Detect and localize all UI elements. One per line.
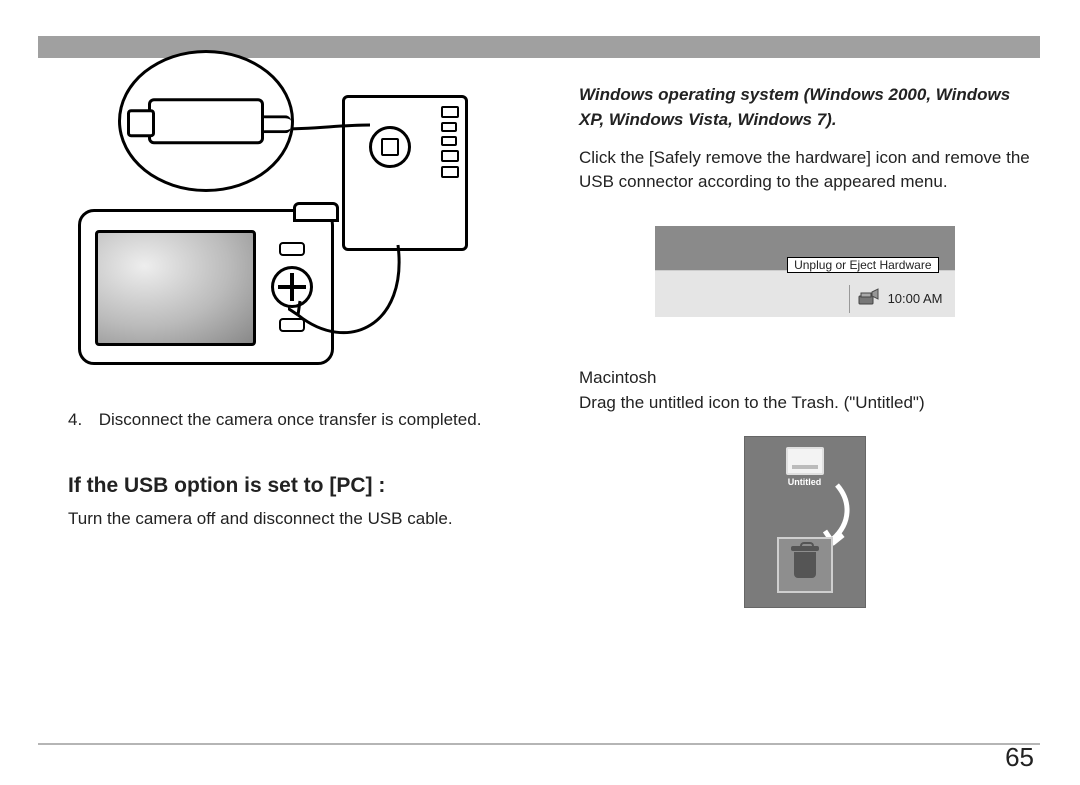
trash-icon: [777, 537, 833, 593]
step-4-number: 4.: [68, 409, 94, 432]
usb-pc-heading: If the USB option is set to [PC] :: [68, 474, 519, 498]
page-number: 65: [1005, 742, 1034, 773]
step-4-text: Disconnect the camera once transfer is c…: [99, 410, 482, 429]
usb-plug-magnifier: [118, 50, 294, 192]
pc-tower-illustration: [342, 95, 468, 251]
manual-page: 4. Disconnect the camera once transfer i…: [0, 0, 1080, 785]
usb-pc-instruction: Turn the camera off and disconnect the U…: [68, 508, 519, 531]
camera-to-pc-figure: [88, 65, 468, 365]
pc-usb-port-icon: [369, 126, 411, 168]
windows-safely-remove-instruction: Click the [Safely remove the hardware] i…: [579, 146, 1030, 194]
eject-tooltip: Unplug or Eject Hardware: [787, 257, 938, 273]
camera-illustration: [78, 209, 334, 365]
mac-desktop-screenshot: Untitled: [744, 436, 866, 608]
safely-remove-hardware-icon: [858, 288, 880, 309]
left-column: 4. Disconnect the camera once transfer i…: [38, 75, 529, 725]
windows-taskbar-screenshot: Unplug or Eject Hardware 10:00 AM: [655, 226, 955, 317]
content-columns: 4. Disconnect the camera once transfer i…: [38, 75, 1040, 725]
bottom-rule-bar: [38, 743, 1040, 745]
step-4: 4. Disconnect the camera once transfer i…: [68, 409, 519, 432]
windows-os-note: Windows operating system (Windows 2000, …: [579, 83, 1030, 132]
right-column: Windows operating system (Windows 2000, …: [569, 75, 1040, 725]
mac-section: Macintosh Drag the untitled icon to the …: [579, 365, 1030, 416]
mac-instruction: Drag the untitled icon to the Trash. ("U…: [579, 390, 1030, 416]
mac-heading: Macintosh: [579, 365, 1030, 391]
tray-clock: 10:00 AM: [888, 291, 943, 306]
untitled-drive-icon: [786, 447, 824, 475]
usb-plug-icon: [148, 98, 264, 144]
